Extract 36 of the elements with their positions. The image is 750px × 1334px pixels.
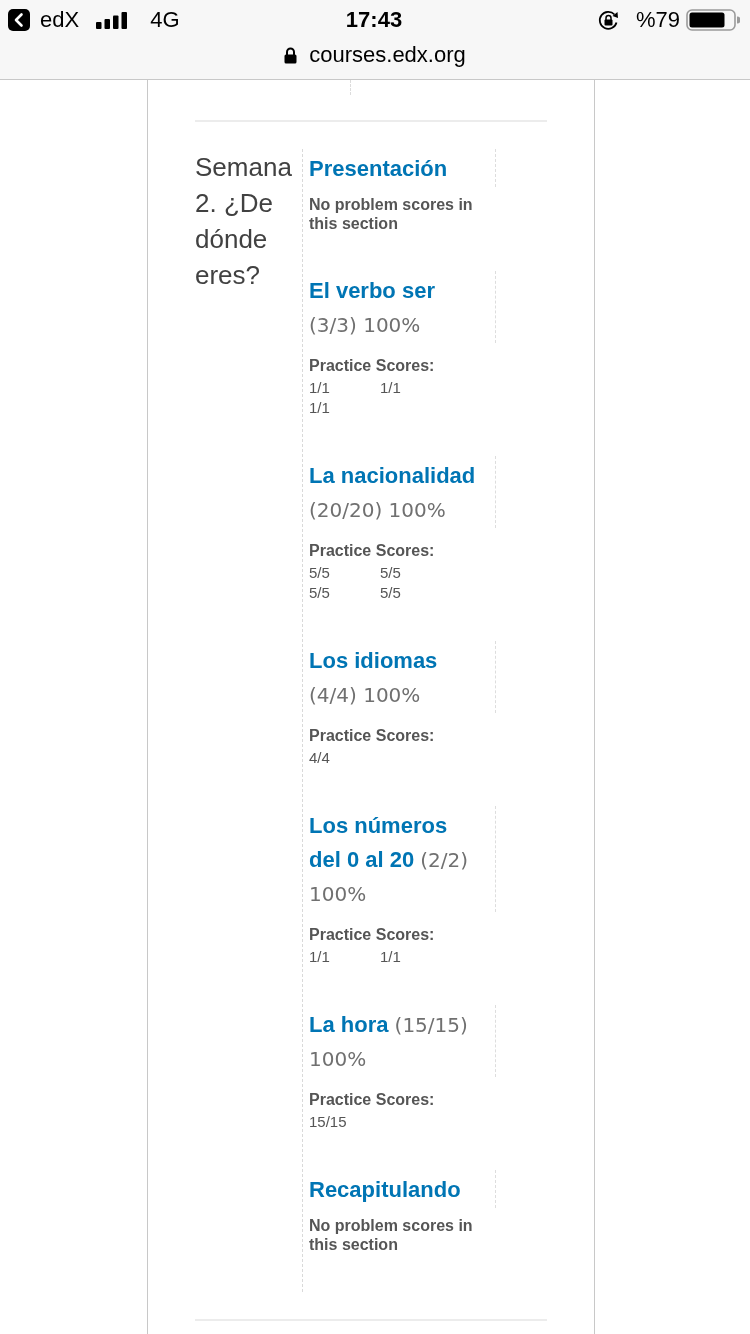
practice-scores-label: Practice Scores: [309, 726, 436, 746]
lock-icon [284, 46, 298, 64]
no-scores-message: No problem scores in this section [309, 1216, 474, 1254]
practice-scores-label: Practice Scores: [309, 925, 436, 945]
signal-icon [96, 11, 129, 29]
subsection-heading[interactable]: Recapitulando [309, 1170, 496, 1208]
practice-score: 1/1 [380, 947, 401, 967]
practice-score: 5/5 [309, 563, 330, 583]
practice-score: 1/1 [309, 378, 330, 398]
no-scores-message: No problem scores in this section [309, 195, 474, 233]
subsection-heading[interactable]: Presentación [309, 149, 496, 187]
back-icon [8, 9, 30, 31]
practice-score: 5/5 [380, 563, 401, 583]
practice-score: 1/1 [309, 398, 330, 418]
back-to-app-link[interactable]: edX [8, 7, 80, 33]
url-text[interactable]: courses.edx.org [309, 42, 466, 68]
rotation-lock-icon [596, 8, 620, 32]
subsection-heading[interactable]: La nacionalidad (20/20) 100% [309, 456, 496, 528]
subsection-heading[interactable]: La hora (15/15) 100% [309, 1005, 496, 1077]
practice-score: 5/5 [309, 583, 330, 603]
practice-score: 1/1 [380, 378, 401, 398]
practice-scores-label: Practice Scores: [309, 1090, 436, 1110]
practice-score: 15/15 [309, 1112, 347, 1132]
battery-percent: %79 [635, 7, 680, 33]
battery-icon [686, 9, 740, 31]
subsection-heading[interactable]: El verbo ser (3/3) 100% [309, 271, 496, 343]
practice-scores-label: Practice Scores: [309, 356, 436, 376]
clock-time: 17:43 [345, 7, 403, 33]
practice-scores-label: Practice Scores: [309, 541, 436, 561]
subsection-heading[interactable]: Los idiomas (4/4) 100% [309, 641, 496, 713]
practice-score: 4/4 [309, 748, 330, 768]
chapter-title: Semana 2. ¿De dónde eres? [195, 151, 293, 292]
subsection-heading[interactable]: Los números del 0 al 20 (2/2) 100% [309, 806, 496, 912]
practice-score: 5/5 [380, 583, 401, 603]
network-type: 4G [150, 7, 180, 33]
practice-score: 1/1 [309, 947, 330, 967]
